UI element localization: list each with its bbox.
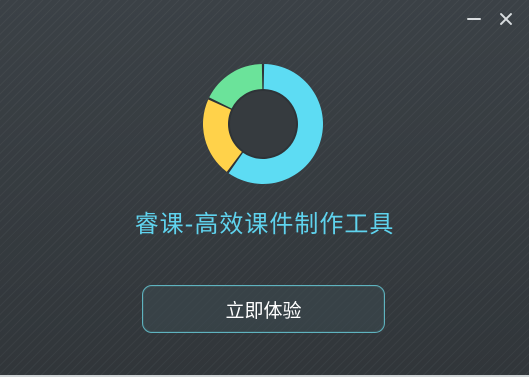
- window-controls: [465, 10, 515, 28]
- app-title: 睿课-高效课件制作工具: [134, 210, 395, 238]
- start-experience-button[interactable]: 立即体验: [142, 285, 385, 333]
- app-window: 睿课-高效课件制作工具 立即体验: [0, 0, 529, 377]
- logo-center: [230, 91, 296, 157]
- minimize-icon: [467, 18, 481, 20]
- donut-chart-logo-icon: [203, 64, 323, 184]
- minimize-button[interactable]: [465, 10, 483, 28]
- close-icon: [499, 12, 513, 26]
- close-button[interactable]: [497, 10, 515, 28]
- start-button-label: 立即体验: [225, 299, 302, 322]
